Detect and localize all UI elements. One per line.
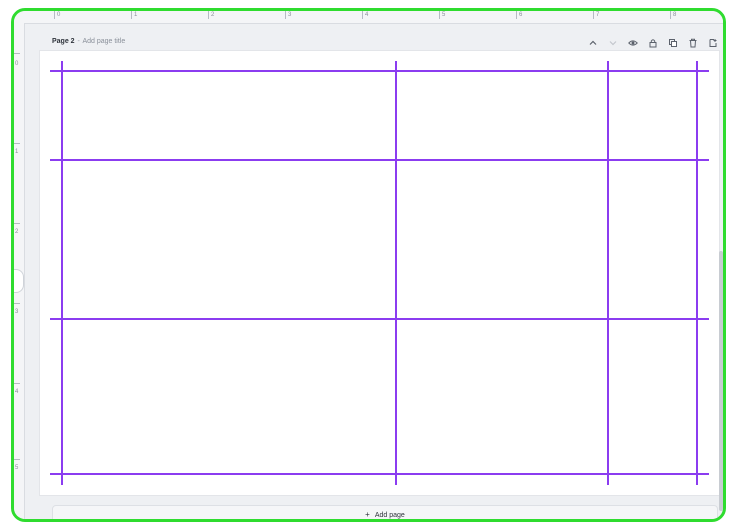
side-panel-collapse-handle[interactable]	[14, 269, 24, 293]
lock-icon[interactable]	[647, 38, 658, 49]
ruler-tick	[670, 11, 671, 19]
editor-frame: 0 1 2 3 4 5 6 7 8 0 1 2 3 4 5 Page 2 - A…	[11, 8, 726, 522]
ruler-tick	[362, 11, 363, 19]
ruler-number: 4	[365, 12, 369, 18]
ruler-tick	[208, 11, 209, 19]
ruler-number: 5	[15, 465, 19, 471]
title-separator: -	[77, 38, 80, 45]
chevron-down-icon[interactable]	[607, 38, 618, 49]
duplicate-icon[interactable]	[667, 38, 678, 49]
ruler-tick	[14, 459, 20, 460]
ruler-number: 7	[596, 12, 600, 18]
ruler-number: 3	[288, 12, 292, 18]
ruler-tick	[14, 303, 20, 304]
ruler-number: 5	[442, 12, 446, 18]
chevron-up-icon[interactable]	[587, 38, 598, 49]
ruler-number: 0	[57, 12, 61, 18]
ruler-tick	[14, 143, 20, 144]
ruler-number: 2	[211, 12, 215, 18]
add-page-icon[interactable]	[707, 38, 718, 49]
ruler-number: 4	[15, 389, 19, 395]
plus-icon: +	[365, 510, 370, 519]
ruler-tick	[516, 11, 517, 19]
page-actions	[587, 36, 718, 50]
ruler-tick	[439, 11, 440, 19]
ruler-number: 3	[15, 309, 19, 315]
ruler-tick	[285, 11, 286, 19]
vertical-scrollbar[interactable]	[719, 251, 723, 511]
design-page-canvas[interactable]	[40, 51, 719, 495]
ruler-tick	[14, 383, 20, 384]
add-page-button[interactable]: + Add page	[52, 505, 718, 519]
ruler-tick	[131, 11, 132, 19]
ruler-number: 8	[673, 12, 677, 18]
ruler-tick	[14, 223, 20, 224]
page-number-label: Page 2	[52, 38, 75, 45]
ruler-tick	[14, 53, 20, 54]
top-ruler: 0 1 2 3 4 5 6 7 8	[14, 11, 723, 24]
ruler-number: 6	[519, 12, 523, 18]
ruler-number: 2	[15, 229, 19, 235]
ruler-number: 1	[134, 12, 138, 18]
ruler-number: 0	[15, 61, 19, 67]
eye-icon[interactable]	[627, 38, 638, 49]
ruler-tick	[54, 11, 55, 19]
add-page-label: Add page	[374, 511, 405, 519]
trash-icon[interactable]	[687, 38, 698, 49]
table-grid[interactable]	[40, 51, 719, 495]
ruler-number: 1	[15, 149, 19, 155]
ruler-tick	[593, 11, 594, 19]
page-title[interactable]: Page 2 - Add page title	[52, 38, 125, 45]
page-title-placeholder[interactable]: Add page title	[82, 38, 125, 45]
